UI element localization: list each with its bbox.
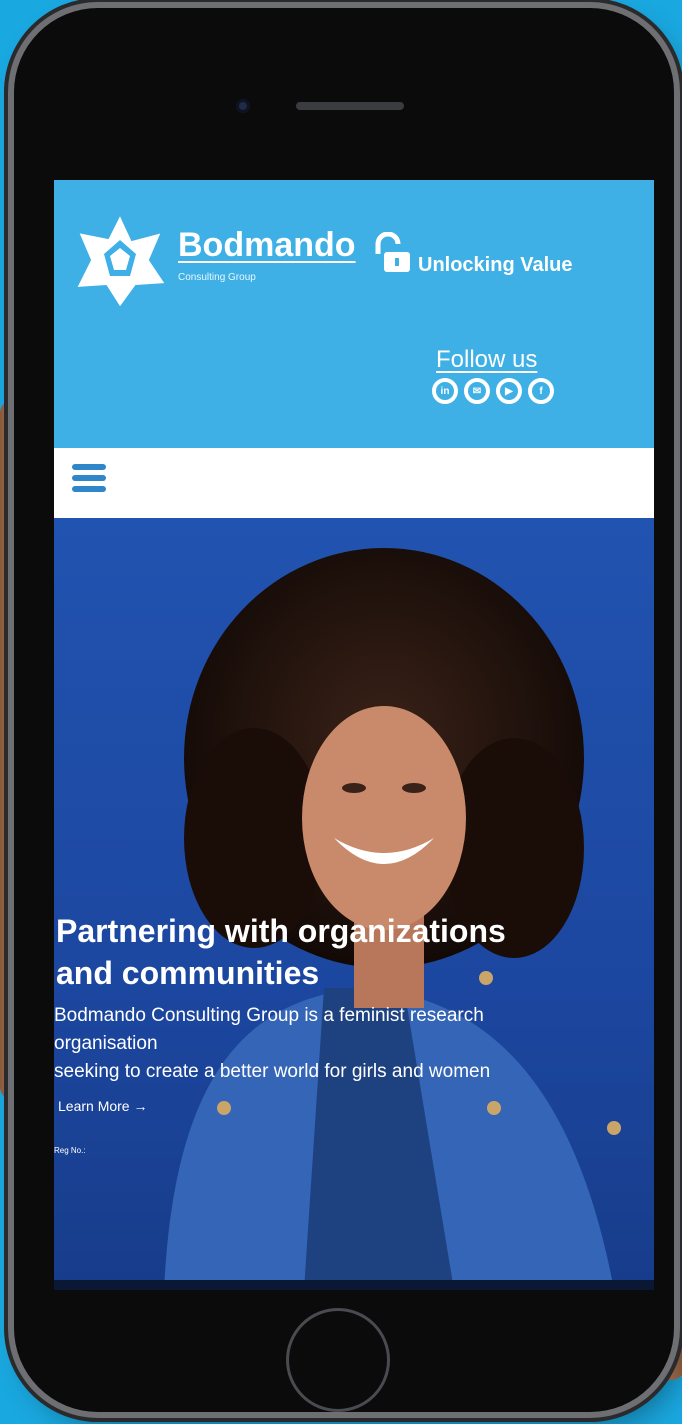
hero-body-line3: seeking to create a better world for gir… bbox=[54, 1061, 491, 1082]
hero-title-line2: and communities bbox=[56, 955, 320, 991]
hero-body-line2: organisation bbox=[54, 1033, 158, 1054]
bottom-strip bbox=[54, 1280, 654, 1290]
home-button[interactable] bbox=[286, 1308, 390, 1412]
hamburger-menu-icon[interactable] bbox=[72, 464, 106, 500]
email-icon[interactable]: ✉ bbox=[464, 378, 490, 404]
learn-more-label: Learn More bbox=[58, 1098, 130, 1114]
star-logo-icon[interactable] bbox=[70, 210, 170, 310]
hero-title-line1: Partnering with organizations bbox=[56, 913, 506, 949]
linkedin-icon[interactable]: in bbox=[432, 378, 458, 404]
brand-name[interactable]: Bodmando bbox=[178, 226, 356, 265]
phone-screen: Bodmando Consulting Group Unlocking Valu… bbox=[54, 180, 654, 1290]
hero-title: Partnering with organizations and commun… bbox=[56, 910, 506, 994]
registration-number: Reg No.: bbox=[54, 1146, 86, 1155]
social-links: in ✉ ▶ f bbox=[432, 378, 554, 404]
unlock-icon bbox=[375, 232, 410, 272]
hero-description: Bodmando Consulting Group is a feminist … bbox=[54, 1002, 614, 1086]
hero-portrait-image bbox=[164, 548, 621, 1290]
hero-body-line1: Bodmando Consulting Group is a feminist … bbox=[54, 1005, 484, 1026]
facebook-icon[interactable]: f bbox=[528, 378, 554, 404]
tagline: Unlocking Value bbox=[418, 254, 573, 276]
follow-us-label: Follow us bbox=[436, 346, 538, 373]
front-camera bbox=[236, 99, 250, 113]
youtube-icon[interactable]: ▶ bbox=[496, 378, 522, 404]
learn-more-link[interactable]: Learn More → bbox=[58, 1098, 147, 1114]
arrow-right-icon: → bbox=[133, 1098, 148, 1114]
phone-frame: Bodmando Consulting Group Unlocking Valu… bbox=[14, 8, 674, 1412]
site-header: Bodmando Consulting Group Unlocking Valu… bbox=[54, 180, 654, 450]
earpiece-speaker bbox=[296, 102, 404, 110]
hero-section: Partnering with organizations and commun… bbox=[54, 518, 654, 1290]
brand-subtitle: Consulting Group bbox=[178, 272, 256, 283]
nav-bar bbox=[54, 448, 654, 518]
